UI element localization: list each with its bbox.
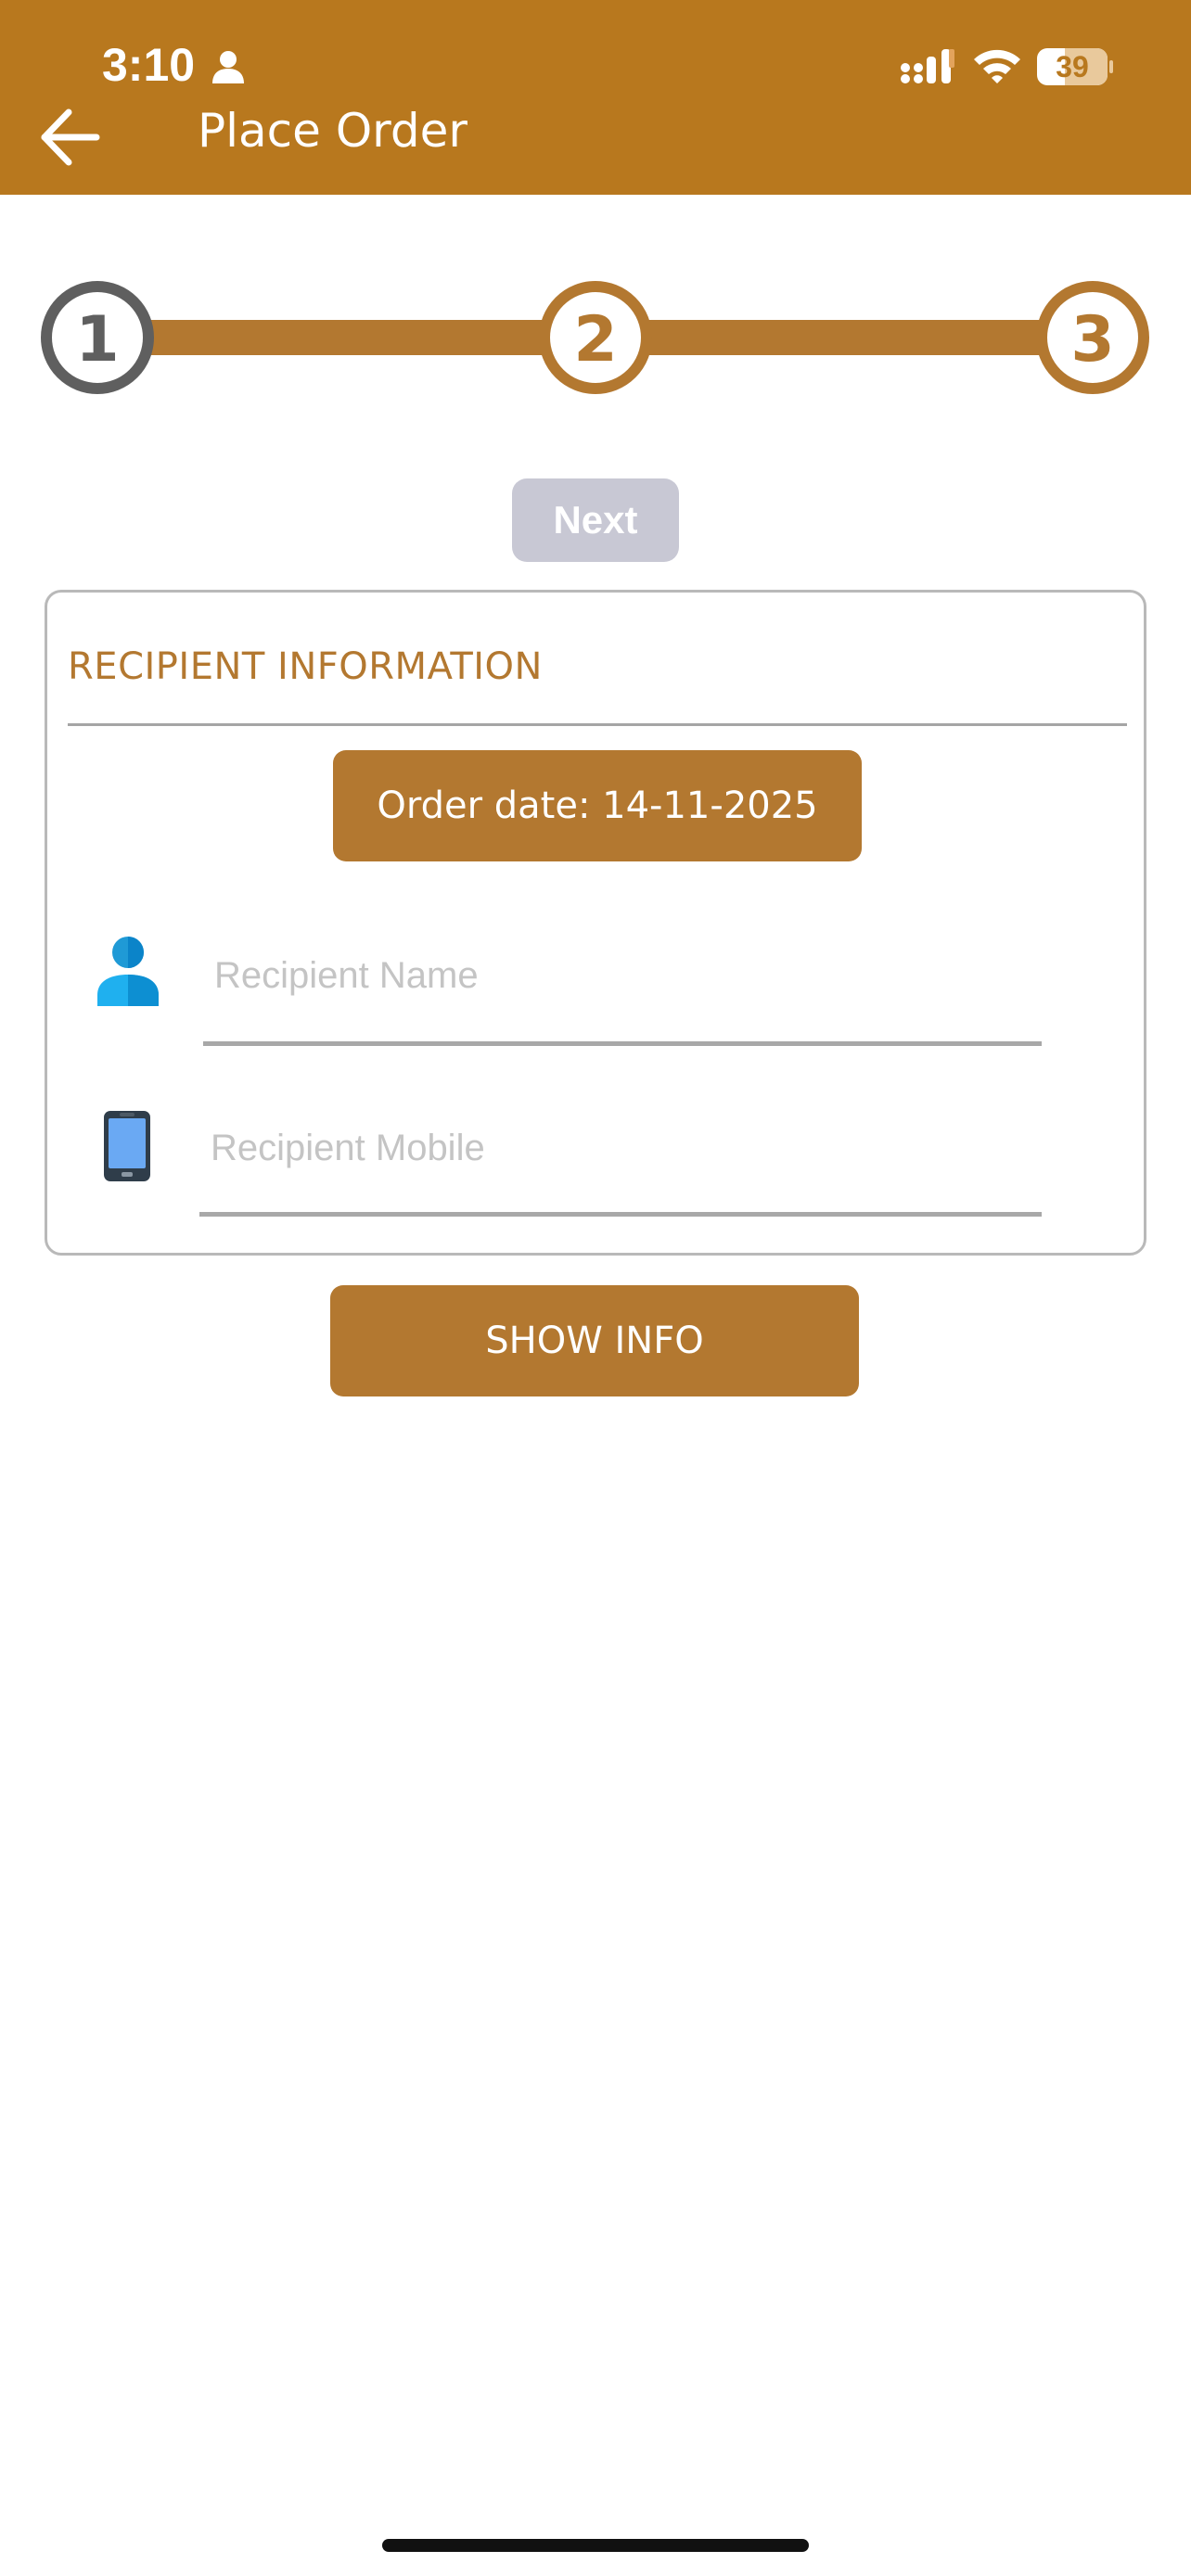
section-divider [68, 723, 1127, 726]
step-2-indicator: 2 [539, 281, 652, 394]
cellular-signal-icon [901, 49, 954, 83]
step-3-indicator: 3 [1036, 281, 1149, 394]
arrow-left-icon [41, 108, 100, 166]
person-icon [97, 937, 159, 1006]
section-title: RECIPIENT INFORMATION [68, 645, 543, 688]
back-button[interactable] [35, 100, 109, 174]
step-1-indicator: 1 [41, 281, 154, 394]
mobile-phone-icon [104, 1111, 150, 1181]
recipient-name-input[interactable] [203, 936, 1042, 1015]
app-header: 3:10 39 Place Order [0, 0, 1191, 195]
person-status-icon [212, 51, 244, 83]
page-title: Place Order [198, 104, 467, 158]
order-date-button[interactable]: Order date: 14-11-2025 [333, 750, 862, 861]
battery-level: 39 [1056, 50, 1089, 83]
next-button[interactable]: Next [512, 478, 679, 562]
recipient-name-underline [203, 1041, 1042, 1046]
status-time: 3:10 [102, 39, 196, 91]
recipient-mobile-input[interactable] [199, 1108, 1042, 1188]
recipient-mobile-underline [199, 1212, 1042, 1217]
wifi-icon [974, 49, 1020, 83]
place-order-screen: 3:10 39 Place Order 1 2 3 Next RECIPIENT… [0, 0, 1191, 2576]
show-info-button[interactable]: SHOW INFO [330, 1285, 859, 1396]
recipient-information-card: RECIPIENT INFORMATION Order date: 14-11-… [45, 590, 1146, 1256]
home-indicator[interactable] [382, 2539, 809, 2552]
